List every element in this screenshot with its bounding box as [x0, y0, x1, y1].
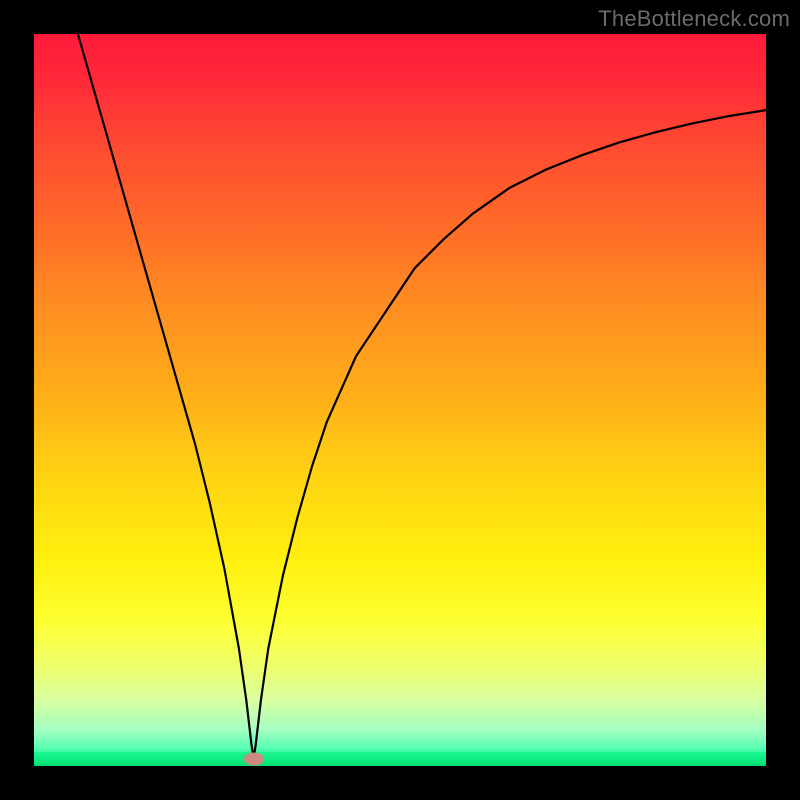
bottleneck-curve	[34, 34, 766, 766]
watermark-text: TheBottleneck.com	[598, 6, 790, 32]
plot-area	[34, 34, 766, 766]
minimum-marker-icon	[244, 752, 264, 765]
chart-container: TheBottleneck.com	[0, 0, 800, 800]
